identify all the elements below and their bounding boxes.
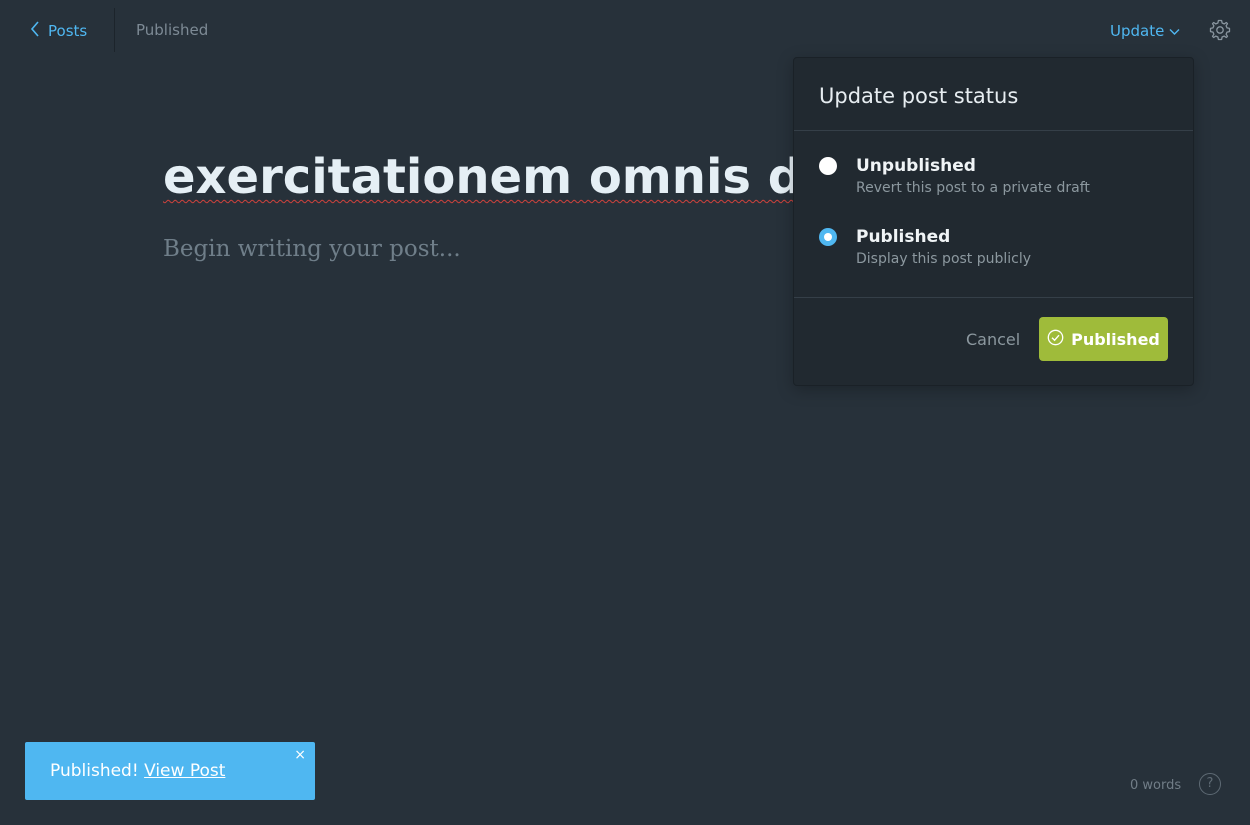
option-title: Unpublished [856,156,976,176]
back-link-label: Posts [48,22,88,40]
editor-page: Posts Published Update exercitationem om… [0,0,1250,825]
published-button[interactable]: Published [1039,317,1168,361]
chevron-left-icon [30,21,40,41]
header-divider [114,8,115,52]
update-label: Update [1110,22,1165,40]
update-menu-button[interactable]: Update [1110,20,1180,42]
cancel-button[interactable]: Cancel [966,330,1020,349]
toast-message: Published! [50,761,139,781]
update-status-dropdown: Update post status Unpublished Revert th… [793,57,1194,386]
chevron-down-icon [1169,22,1180,40]
word-count: 0 words [1130,778,1182,793]
post-title-input[interactable]: exercitationem omnis d [163,142,793,212]
back-to-posts-link[interactable]: Posts [30,19,87,43]
unpublished-radio[interactable] [819,157,837,175]
published-option[interactable]: Published Display this post publicly [794,226,1193,297]
help-icon[interactable]: ? [1199,773,1221,795]
status-options: Unpublished Revert this post to a privat… [794,131,1193,298]
published-toast: Published! View Post × [25,742,315,800]
dropdown-heading: Update post status [794,58,1193,131]
published-button-label: Published [1071,329,1160,349]
check-circle-icon [1047,329,1064,350]
option-title: Published [856,227,951,247]
option-description: Revert this post to a private draft [856,180,1090,196]
gear-icon[interactable] [1208,18,1232,42]
close-icon[interactable]: × [294,747,306,763]
post-status-label: Published [136,21,209,39]
published-radio[interactable] [819,228,837,246]
unpublished-option[interactable]: Unpublished Revert this post to a privat… [794,155,1193,226]
dropdown-footer: Cancel Published [794,298,1193,386]
post-body-editor[interactable]: Begin writing your post... [163,236,461,262]
view-post-link[interactable]: View Post [144,761,225,781]
option-description: Display this post publicly [856,251,1032,267]
